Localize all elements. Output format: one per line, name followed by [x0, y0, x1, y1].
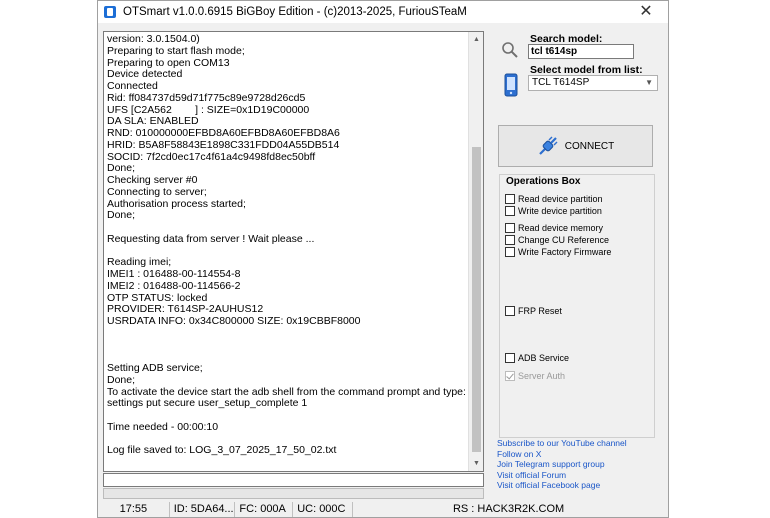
operation-option[interactable]: Write Factory Firmware: [505, 246, 611, 258]
close-button[interactable]: ✕: [636, 2, 656, 22]
status-id: ID: 5DA64...: [170, 502, 236, 517]
app-window: OTSmart v1.0.0.6915 BiGBoy Edition - (c)…: [97, 0, 669, 518]
log-line: Setting ADB service;: [107, 363, 203, 374]
operation-label: FRP Reset: [518, 306, 562, 316]
log-line: Log file saved to: LOG_3_07_2025_17_50_0…: [107, 445, 337, 457]
operation-label: Server Auth: [518, 371, 566, 381]
operation-label: Write device partition: [518, 206, 602, 216]
title-bar: OTSmart v1.0.0.6915 BiGBoy Edition - (c)…: [98, 1, 668, 23]
operation-checkbox[interactable]: [505, 306, 515, 316]
log-line: Preparing to open COM13: [107, 57, 230, 69]
log-scrollbar[interactable]: ▲ ▼: [468, 32, 483, 471]
log-line: Connecting to server;: [107, 186, 207, 198]
status-rs: RS : HACK3R2K.COM: [452, 503, 565, 515]
scroll-down-arrow-icon[interactable]: ▼: [469, 456, 483, 471]
operation-checkbox[interactable]: [505, 206, 515, 216]
log-line: IMEI2 : 016488-00-114566-2: [107, 280, 241, 292]
log-line: version: 3.0.1504.0): [107, 34, 200, 45]
progress-bar: [103, 488, 484, 499]
scroll-up-arrow-icon[interactable]: ▲: [469, 32, 483, 47]
log-line: RND: 010000000EFBD8A60EFBD8A60EFBD8A6: [107, 128, 340, 139]
log-line: settings put secure user_setup_complete …: [107, 398, 308, 410]
operation-label: Change CU Reference: [518, 235, 610, 245]
log-line: Checking server #0: [107, 175, 198, 186]
status-time: 17:55: [98, 502, 170, 517]
log-line: Device detected: [107, 69, 183, 81]
operation-option: Server Auth: [505, 370, 565, 382]
status-uc: UC: 000C: [293, 502, 353, 517]
external-link[interactable]: Visit official Forum: [497, 470, 627, 481]
magnifier-icon: [502, 42, 518, 58]
log-line: Time needed - 00:00:10: [107, 421, 219, 433]
command-input[interactable]: [103, 473, 484, 487]
log-line: UFS [C2A562 ] : SIZE=0x1D19C00000: [107, 104, 310, 116]
operation-label: Read device memory: [518, 223, 604, 233]
operation-label: Write Factory Firmware: [518, 247, 612, 257]
operation-checkbox[interactable]: [505, 223, 515, 233]
app-icon: [104, 6, 116, 18]
log-line: Connected: [107, 81, 158, 92]
model-select-value: TCL T614SP: [532, 77, 590, 88]
log-line: Done;: [107, 210, 136, 222]
log-line: PROVIDER: T614SP-2AUHUS12: [107, 304, 264, 316]
operation-checkbox: [505, 371, 515, 381]
log-line: Preparing to start flash mode;: [107, 45, 245, 57]
operation-option[interactable]: Read device partition: [505, 193, 603, 205]
log-line: OTP STATUS: locked: [107, 292, 208, 304]
plug-icon: [538, 136, 558, 155]
log-line: SOCID: 7f2cd0ec17c4f61a4c9498fd8ec50bff: [107, 151, 316, 163]
operation-checkbox[interactable]: [505, 235, 515, 245]
window-title: OTSmart v1.0.0.6915 BiGBoy Edition - (c)…: [123, 6, 467, 18]
log-line: Rid: ff084737d59d71f775c89e9728d26cd5: [107, 92, 306, 104]
operation-option[interactable]: FRP Reset: [505, 305, 562, 317]
external-link[interactable]: Visit official Facebook page: [497, 480, 627, 491]
operation-option[interactable]: Change CU Reference: [505, 234, 609, 246]
log-line: Requesting data from server ! Wait pleas…: [107, 233, 315, 245]
right-panel: Search model: Select model from list: TC…: [496, 31, 661, 491]
connect-button[interactable]: CONNECT: [498, 125, 653, 167]
log-line: Done;: [107, 374, 136, 386]
log-line: To activate the device start the adb she…: [107, 386, 466, 398]
operation-checkbox[interactable]: [505, 247, 515, 257]
operation-checkbox[interactable]: [505, 353, 515, 363]
operation-option[interactable]: Write device partition: [505, 205, 602, 217]
external-link[interactable]: Subscribe to our YouTube channel: [497, 438, 627, 449]
log-line: IMEI1 : 016488-00-114554-8: [107, 269, 241, 280]
scroll-thumb[interactable]: [472, 147, 481, 452]
connect-label: CONNECT: [564, 140, 615, 152]
external-link[interactable]: Follow on X: [497, 449, 627, 460]
log-line: Done;: [107, 163, 136, 175]
external-link[interactable]: Join Telegram support group: [497, 459, 627, 470]
operation-checkbox[interactable]: [505, 194, 515, 204]
log-line: USRDATA INFO: 0x34C800000 SIZE: 0x19CBBF…: [107, 316, 361, 327]
log-line: Authorisation process started;: [107, 198, 246, 210]
log-lines: version: 3.0.1504.0) Preparing to start f…: [107, 34, 469, 457]
log-line: HRID: B5A8F58843E1898C331FDD04A55DB514: [107, 139, 340, 151]
operation-label: Read device partition: [518, 194, 603, 204]
model-select-dropdown[interactable]: TCL T614SP ▼: [528, 75, 658, 91]
chevron-down-icon[interactable]: ▼: [645, 76, 653, 90]
search-model-input[interactable]: [528, 44, 634, 59]
operation-label: ADB Service: [518, 353, 570, 363]
phone-icon: [504, 73, 518, 97]
operations-box: Operations Box Read device partition Writ…: [499, 174, 655, 438]
operations-box-title: Operations Box: [504, 176, 583, 187]
operation-option[interactable]: Read device memory: [505, 222, 603, 234]
log-output[interactable]: version: 3.0.1504.0) Preparing to start f…: [103, 31, 484, 472]
log-line: DA SLA: ENABLED: [107, 116, 199, 128]
links-list: Subscribe to our YouTube channel Follow o…: [497, 438, 627, 491]
log-line: Reading imei;: [107, 257, 172, 269]
operation-option[interactable]: ADB Service: [505, 352, 569, 364]
status-bar: 17:55 ID: 5DA64... FC: 000A UC: 000C RS …: [98, 501, 668, 518]
status-fc: FC: 000A: [235, 502, 294, 517]
